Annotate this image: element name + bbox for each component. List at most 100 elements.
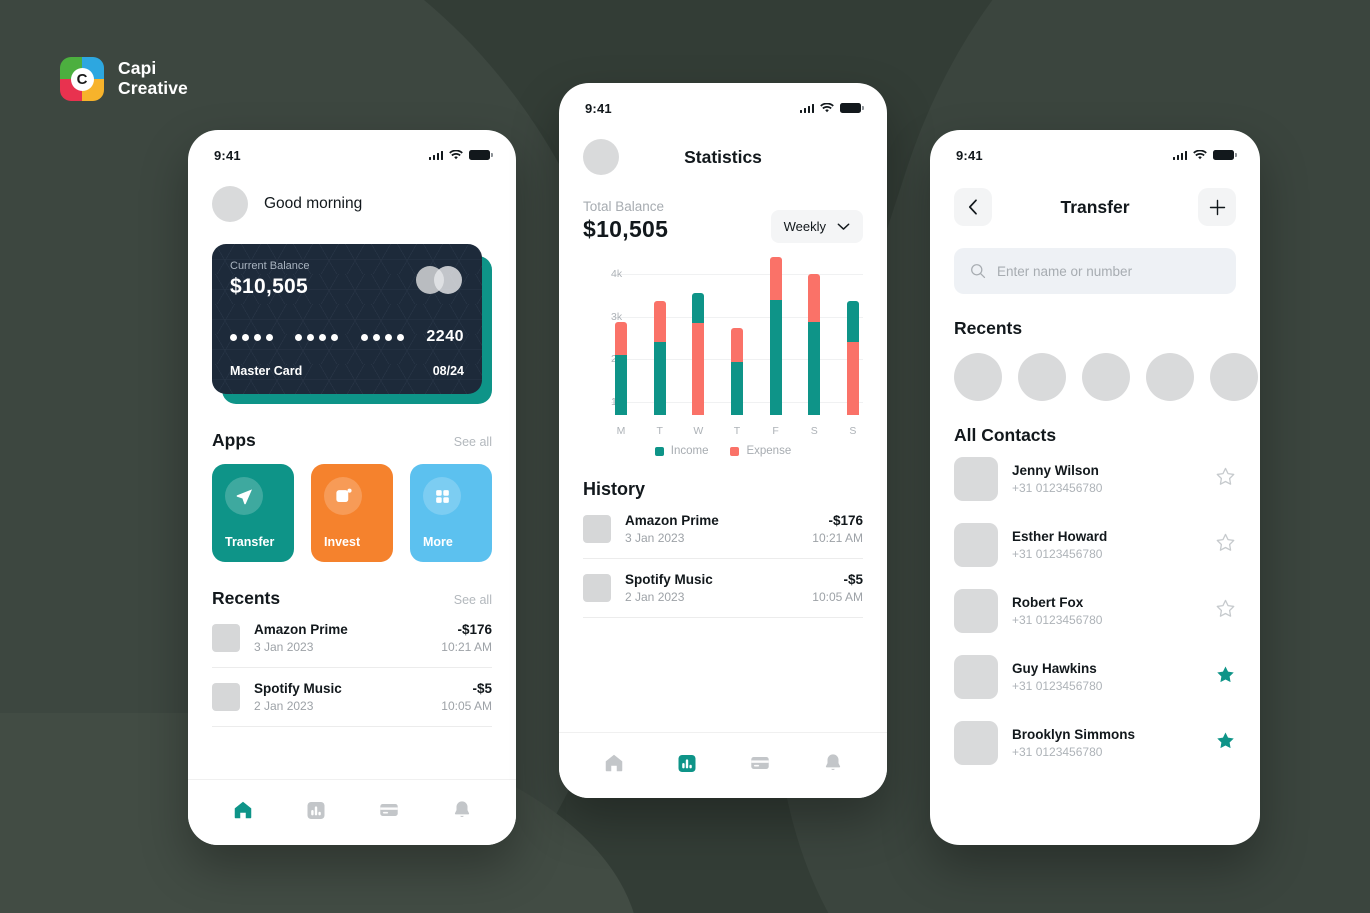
transaction-row[interactable]: Amazon Prime 3 Jan 2023 -$176 10:21 AM xyxy=(212,609,492,668)
user-avatar[interactable] xyxy=(212,186,248,222)
signal-icon xyxy=(799,103,814,113)
favorite-star-outline-icon[interactable] xyxy=(1215,466,1236,492)
contact-row[interactable]: Esther Howard +31 0123456780 xyxy=(954,512,1236,578)
contact-row[interactable]: Jenny Wilson +31 0123456780 xyxy=(954,446,1236,512)
total-balance-amount: $10,505 xyxy=(583,216,669,242)
contact-row[interactable]: Guy Hawkins +31 0123456780 xyxy=(954,644,1236,710)
legend-swatch xyxy=(654,446,664,456)
card-dot-group xyxy=(230,333,273,341)
balance-card[interactable]: Current Balance $10,505 2240 Master Card… xyxy=(212,244,492,404)
transaction-row[interactable]: Spotify Music 2 Jan 2023 -$5 10:05 AM xyxy=(212,668,492,727)
transaction-row[interactable]: Amazon Prime 3 Jan 2023 -$176 10:21 AM xyxy=(583,500,863,559)
merchant-logo xyxy=(212,683,240,711)
page-title: Statistics xyxy=(684,146,762,167)
transaction-date: 3 Jan 2023 xyxy=(625,531,685,545)
wifi-icon xyxy=(449,149,463,159)
battery-icon xyxy=(1213,149,1237,161)
signal-icon xyxy=(1172,150,1187,160)
transaction-name: Spotify Music xyxy=(625,572,713,587)
nav-button-home[interactable] xyxy=(594,746,634,786)
greeting-row: Good morning xyxy=(212,166,492,222)
recent-contact-avatar[interactable] xyxy=(1146,353,1194,401)
income-expense-chart: 4k3k2k1k MTWTFSS xyxy=(583,257,863,437)
search-input[interactable]: Enter name or number xyxy=(954,248,1236,294)
app-tile-more[interactable]: More xyxy=(410,464,492,562)
contact-phone: +31 0123456780 xyxy=(1012,679,1103,693)
chart-x-tick: W xyxy=(693,425,704,437)
transaction-name: Spotify Music xyxy=(254,681,342,696)
status-time: 9:41 xyxy=(585,100,612,116)
chevron-left-icon xyxy=(968,199,977,215)
nav-button-home[interactable] xyxy=(223,793,263,833)
card-number: 2240 xyxy=(230,328,464,350)
signal-icon xyxy=(428,150,443,160)
merchant-logo xyxy=(583,574,611,602)
history-transactions-list: Amazon Prime 3 Jan 2023 -$176 10:21 AM Spoti… xyxy=(583,500,863,618)
transaction-time: 10:21 AM xyxy=(812,531,863,545)
nav-button-bell[interactable] xyxy=(442,793,482,833)
chart-legend: Income Expense xyxy=(583,445,863,457)
chart-bar-segment-income xyxy=(769,299,782,415)
home-icon xyxy=(232,799,254,826)
chart-bar-column xyxy=(730,257,743,415)
nav-button-bell[interactable] xyxy=(813,746,853,786)
favorite-star-filled-icon[interactable] xyxy=(1215,664,1236,690)
nav-button-chart[interactable] xyxy=(296,793,336,833)
chart-x-tick: F xyxy=(772,425,779,437)
nav-button-card[interactable] xyxy=(740,746,780,786)
chart-x-tick: T xyxy=(656,425,663,437)
recent-contact-avatar[interactable] xyxy=(1018,353,1066,401)
app-tile-invest[interactable]: Invest xyxy=(311,464,393,562)
chart-bar-segment-expense xyxy=(846,341,859,415)
transaction-amount: -$5 xyxy=(472,681,492,696)
legend-label: Income xyxy=(670,445,709,457)
apps-see-all-link[interactable]: See all xyxy=(454,435,492,449)
total-balance-label: Total Balance xyxy=(583,199,665,214)
favorite-star-outline-icon[interactable] xyxy=(1215,598,1236,624)
chart-bar-segment-income xyxy=(692,292,705,323)
grid-icon xyxy=(423,477,461,515)
recent-contact-avatar[interactable] xyxy=(1210,353,1258,401)
status-indicators xyxy=(428,149,493,161)
legend-label: Expense xyxy=(746,445,792,457)
chart-legend-item: Income xyxy=(654,445,709,457)
chart-icon xyxy=(324,477,362,515)
transaction-amount: -$5 xyxy=(843,572,863,587)
contact-row[interactable]: Robert Fox +31 0123456780 xyxy=(954,578,1236,644)
app-tile-label: More xyxy=(423,535,453,549)
brand-line-2: Creative xyxy=(118,78,188,98)
greeting-text: Good morning xyxy=(264,195,363,212)
bottom-navigation xyxy=(188,779,516,845)
chart-bar-column xyxy=(615,257,627,415)
transaction-row[interactable]: Spotify Music 2 Jan 2023 -$5 10:05 AM xyxy=(583,559,863,618)
add-contact-button[interactable] xyxy=(1198,188,1236,226)
card-footer: Master Card 08/24 xyxy=(230,364,464,378)
contact-row[interactable]: Brooklyn Simmons +31 0123456780 xyxy=(954,710,1236,776)
nav-button-chart[interactable] xyxy=(667,746,707,786)
bell-icon xyxy=(822,752,844,779)
nav-button-card[interactable] xyxy=(369,793,409,833)
transaction-date: 2 Jan 2023 xyxy=(254,699,314,713)
period-dropdown[interactable]: Weekly xyxy=(770,210,863,243)
recents-section-header: Recents See all xyxy=(212,588,492,609)
contact-avatar xyxy=(954,457,998,501)
transfer-header: Transfer xyxy=(954,166,1236,226)
back-button[interactable] xyxy=(954,188,992,226)
chart-bar-column xyxy=(769,257,782,415)
status-time: 9:41 xyxy=(214,147,241,163)
apps-section-header: Apps See all xyxy=(212,430,492,451)
contact-name: Brooklyn Simmons xyxy=(1012,727,1136,742)
contact-name: Jenny Wilson xyxy=(1012,463,1099,478)
favorite-star-filled-icon[interactable] xyxy=(1215,730,1236,756)
status-bar: 9:41 xyxy=(559,83,887,119)
contact-name: Robert Fox xyxy=(1012,595,1084,610)
apps-tiles: Transfer Invest More xyxy=(212,464,492,562)
recent-contact-avatar[interactable] xyxy=(1082,353,1130,401)
card-expiry: 08/24 xyxy=(432,364,464,378)
favorite-star-outline-icon[interactable] xyxy=(1215,532,1236,558)
app-tile-transfer[interactable]: Transfer xyxy=(212,464,294,562)
recents-see-all-link[interactable]: See all xyxy=(454,593,492,607)
card-dot-group xyxy=(295,333,339,341)
recent-transactions-list: Amazon Prime 3 Jan 2023 -$176 10:21 AM Spoti… xyxy=(212,609,492,727)
recent-contact-avatar[interactable] xyxy=(954,353,1002,401)
